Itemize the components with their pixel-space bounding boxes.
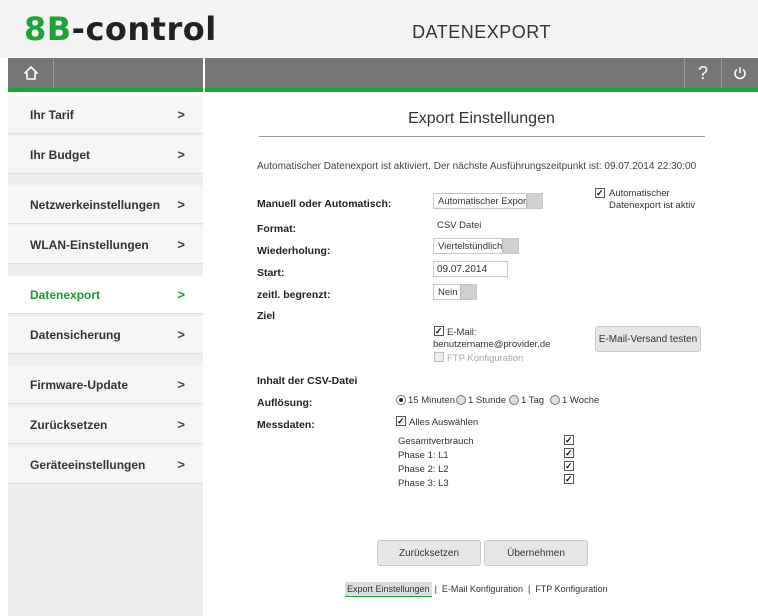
ftp-label: FTP Konfiguration	[447, 353, 524, 364]
sidebar-item-geraeteeinstellungen[interactable]: Geräteeinstellungen >	[8, 446, 203, 484]
subnav-ftp-config[interactable]: FTP Konfiguration	[533, 582, 609, 596]
target-label: Ziel	[257, 310, 276, 322]
chevron-right-icon: >	[177, 237, 185, 252]
select-handle	[502, 239, 518, 253]
measure-l1-label: Phase 1: L1	[398, 450, 449, 461]
sub-navigation: Export Einstellungen | E-Mail Konfiguratio…	[345, 582, 610, 597]
select-all-checkbox[interactable]	[396, 416, 406, 426]
mode-select-value: Automatischer Export	[438, 195, 529, 207]
time-limit-select[interactable]: Nein	[433, 284, 477, 300]
select-handle	[460, 285, 476, 299]
repeat-label: Wiederholung:	[257, 245, 331, 257]
header: 8B-control DATENEXPORT	[0, 0, 758, 58]
measures-label: Messdaten:	[257, 419, 315, 431]
sidebar: Ihr Tarif > Ihr Budget > Netzwerkeinstellu…	[8, 96, 203, 616]
sidebar-item-ihr-budget[interactable]: Ihr Budget >	[8, 136, 203, 174]
measure-l3-checkbox[interactable]	[564, 474, 574, 484]
logo: 8B-control	[24, 10, 217, 48]
resolution-1day-label: 1 Tag	[521, 395, 545, 406]
chevron-right-icon: >	[177, 327, 185, 342]
resolution-1hour-label: 1 Stunde	[468, 395, 507, 406]
subnav-email-config[interactable]: E-Mail Konfiguration	[440, 582, 525, 596]
main-panel: Export Einstellungen Automatischer Daten…	[205, 96, 758, 616]
resolution-15min-radio[interactable]	[396, 395, 406, 405]
test-email-button[interactable]: E-Mail-Versand testen	[595, 326, 701, 352]
resolution-1day-radio[interactable]	[509, 395, 519, 405]
measure-l2-label: Phase 2: L2	[398, 464, 449, 475]
section-title: DATENEXPORT	[412, 22, 551, 42]
logo-prefix: 8B	[24, 10, 72, 48]
subnav-export-settings[interactable]: Export Einstellungen	[345, 582, 432, 597]
email-checkbox[interactable]	[434, 326, 444, 336]
time-limit-label: zeitl. begrenzt:	[257, 289, 331, 301]
csv-content-heading: Inhalt der CSV-Datei	[257, 375, 358, 387]
sidebar-item-wlan-einstellungen[interactable]: WLAN-Einstellungen >	[8, 226, 203, 264]
sidebar-item-firmware-update[interactable]: Firmware-Update >	[8, 366, 203, 404]
repeat-select[interactable]: Viertelstündlich	[433, 238, 519, 254]
right-toolbar: ?	[205, 58, 758, 92]
sidebar-item-datenexport[interactable]: Datenexport >	[8, 276, 203, 314]
sidebar-item-zuruecksetzen[interactable]: Zurücksetzen >	[8, 406, 203, 444]
help-button[interactable]: ?	[684, 58, 722, 88]
auto-export-checkbox[interactable]	[595, 188, 605, 198]
apply-button[interactable]: Übernehmen	[484, 540, 588, 566]
power-button[interactable]	[722, 58, 758, 88]
email-address: benutzername@provider.de	[433, 339, 551, 350]
left-toolbar	[8, 58, 203, 92]
chevron-right-icon: >	[177, 417, 185, 432]
resolution-label: Auflösung:	[257, 397, 313, 409]
time-limit-value: Nein	[438, 286, 458, 298]
email-label: E-Mail:	[447, 327, 477, 338]
format-value: CSV Datei	[437, 220, 482, 231]
measure-l3-label: Phase 3: L3	[398, 478, 449, 489]
export-status-text: Automatischer Datenexport ist aktiviert.…	[257, 161, 697, 172]
home-icon	[23, 66, 38, 80]
resolution-1hour-radio[interactable]	[456, 395, 466, 405]
chevron-right-icon: >	[177, 147, 185, 162]
sidebar-item-netzwerkeinstellungen[interactable]: Netzwerkeinstellungen >	[8, 186, 203, 224]
mode-select[interactable]: Automatischer Export	[433, 193, 543, 209]
chevron-right-icon: >	[177, 287, 185, 302]
measure-total-checkbox[interactable]	[564, 435, 574, 445]
chevron-right-icon: >	[177, 107, 185, 122]
home-button[interactable]	[8, 58, 54, 88]
repeat-select-value: Viertelstündlich	[438, 240, 503, 252]
measure-l2-checkbox[interactable]	[564, 461, 574, 471]
sidebar-item-ihr-tarif[interactable]: Ihr Tarif >	[8, 96, 203, 134]
page-title: Export Einstellungen	[408, 110, 555, 127]
mode-label: Manuell oder Automatisch:	[257, 198, 392, 210]
start-date-input[interactable]	[433, 261, 508, 277]
format-label: Format:	[257, 223, 297, 235]
select-handle	[526, 194, 542, 208]
sidebar-item-label: Zurücksetzen	[30, 417, 108, 432]
start-label: Start:	[257, 267, 285, 279]
reset-button[interactable]: Zurücksetzen	[377, 540, 481, 566]
logo-suffix: -control	[71, 10, 217, 48]
subnav-separator: |	[434, 584, 437, 594]
measure-total-label: Gesamtverbrauch	[398, 436, 474, 447]
sidebar-item-label: WLAN-Einstellungen	[30, 237, 149, 252]
resolution-1week-label: 1 Woche	[562, 395, 600, 406]
resolution-15min-label: 15 Minuten	[408, 395, 456, 406]
sidebar-item-label: Firmware-Update	[30, 377, 129, 392]
sidebar-item-label: Netzwerkeinstellungen	[30, 197, 161, 212]
chevron-right-icon: >	[177, 457, 185, 472]
title-divider	[259, 136, 705, 137]
measure-l1-checkbox[interactable]	[564, 448, 574, 458]
chevron-right-icon: >	[177, 377, 185, 392]
sidebar-item-label: Datensicherung	[30, 327, 121, 342]
ftp-checkbox[interactable]	[434, 352, 444, 362]
select-all-label: Alles Auswählen	[409, 417, 479, 428]
chevron-right-icon: >	[177, 197, 185, 212]
sidebar-item-label: Geräteeinstellungen	[30, 457, 146, 472]
sidebar-item-label: Ihr Tarif	[30, 107, 74, 122]
power-icon	[734, 67, 746, 80]
sidebar-item-label: Datenexport	[30, 287, 101, 302]
sidebar-item-label: Ihr Budget	[30, 147, 90, 162]
resolution-1week-radio[interactable]	[550, 395, 560, 405]
auto-export-note: Automatischer Datenexport ist aktiv	[609, 188, 696, 211]
sidebar-item-datensicherung[interactable]: Datensicherung >	[8, 316, 203, 354]
